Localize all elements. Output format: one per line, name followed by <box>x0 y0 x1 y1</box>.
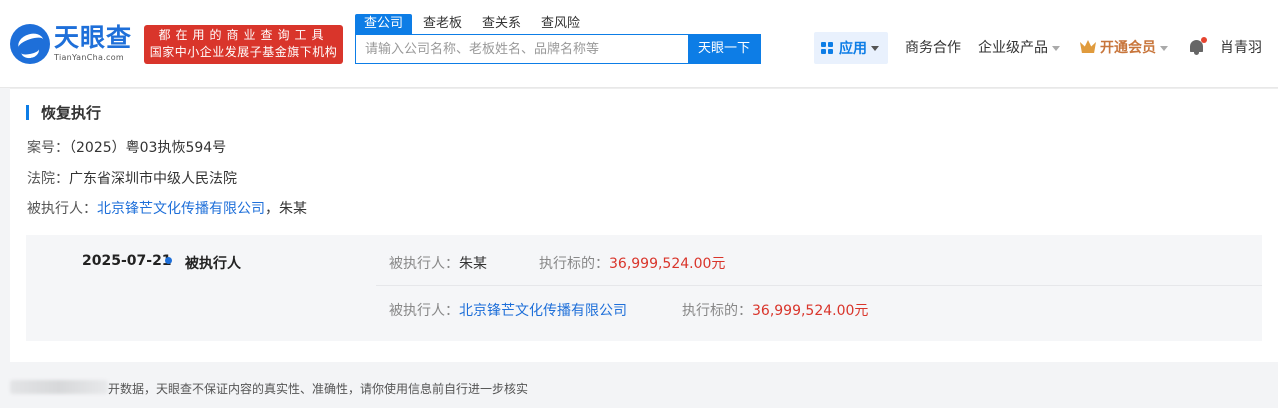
chevron-down-icon <box>871 45 879 51</box>
logo-subtitle: TianYanCha.com <box>54 53 124 62</box>
case-number-label: 案号： <box>27 140 69 156</box>
executed-company-link[interactable]: 北京锋芒文化传播有限公司 <box>97 201 265 217</box>
nav-app-label: 应用 <box>839 41 867 57</box>
executed-separator: ， <box>265 201 279 217</box>
tianyancha-logo[interactable]: 天眼查 TianYanCha.com <box>10 24 138 66</box>
promo-line-2: 国家中小企业发展子基金旗下机构 <box>149 45 338 59</box>
executed-person-name: 朱某 <box>279 201 307 217</box>
party-label: 被执行人： <box>389 303 459 319</box>
promo-banner[interactable]: 都在用的商业查询工具 国家中小企业发展子基金旗下机构 <box>144 25 343 64</box>
nav-app-menu[interactable]: 应用 <box>814 32 888 64</box>
top-header: 天眼查 TianYanCha.com 都在用的商业查询工具 国家中小企业发展子基… <box>0 0 1278 88</box>
amount-value: 36,999,524.00元 <box>609 256 726 272</box>
detail-amount-1: 执行标的：36,999,524.00元 <box>539 253 725 273</box>
nav-business-cooperation[interactable]: 商务合作 <box>905 32 961 64</box>
disclaimer-text: 开数据，天眼查不保证内容的真实性、准确性，请你使用信息前自行进一步核实 <box>108 382 529 396</box>
party-name: 朱某 <box>459 256 487 272</box>
tab-search-relation[interactable]: 查关系 <box>473 14 530 34</box>
detail-party-2: 被执行人：北京锋芒文化传播有限公司 <box>389 300 627 320</box>
party-company-link[interactable]: 北京锋芒文化传播有限公司 <box>459 303 627 319</box>
section-title-text: 恢复执行 <box>41 103 102 122</box>
detail-type: 被执行人 <box>185 256 241 272</box>
amount-value: 36,999,524.00元 <box>752 303 869 319</box>
detail-party-1: 被执行人：朱某 <box>389 253 487 273</box>
court-row: 法院：广东省深圳市中级人民法院 <box>27 168 237 188</box>
timeline-dot <box>165 257 172 264</box>
chevron-down-icon <box>1160 45 1168 51</box>
detail-divider <box>376 285 1262 286</box>
notification-dot <box>1201 37 1207 43</box>
blurred-watermark <box>10 380 108 394</box>
search-box: 天眼一下 <box>355 34 761 64</box>
detail-date: 2025-07-21 <box>82 253 172 269</box>
executed-label: 被执行人： <box>27 201 97 217</box>
court-value: 广东省深圳市中级人民法院 <box>69 171 237 187</box>
nav-vip-label: 开通会员 <box>1100 40 1156 56</box>
section-title: 恢复执行 <box>26 102 101 122</box>
nav-enterprise-products[interactable]: 企业级产品 <box>978 32 1060 64</box>
amount-label: 执行标的： <box>539 256 609 272</box>
nav-vip[interactable]: 开通会员 <box>1080 32 1168 64</box>
logo-title: 天眼查 <box>54 23 133 52</box>
detail-amount-2: 执行标的：36,999,524.00元 <box>682 300 868 320</box>
case-number-value: （2025）粤03执恢594号 <box>69 140 227 156</box>
tab-search-boss[interactable]: 查老板 <box>414 14 471 34</box>
crown-icon <box>1080 40 1096 53</box>
party-label: 被执行人： <box>389 256 459 272</box>
executed-person-row: 被执行人：北京锋芒文化传播有限公司，朱某 <box>27 198 307 218</box>
nav-enterprise-label: 企业级产品 <box>978 40 1048 56</box>
restore-execution-card: 恢复执行 案号：（2025）粤03执恢594号 法院：广东省深圳市中级人民法院 … <box>10 88 1278 362</box>
chevron-down-icon <box>1052 45 1060 51</box>
search-tabs: 查公司 查老板 查关系 查风险 <box>355 14 591 34</box>
tab-search-risk[interactable]: 查风险 <box>532 14 589 34</box>
nav-user-name[interactable]: 肖青羽 <box>1220 32 1262 64</box>
search-button[interactable]: 天眼一下 <box>688 35 760 63</box>
app-grid-icon <box>821 42 833 54</box>
section-title-bar <box>26 104 29 120</box>
case-number-row: 案号：（2025）粤03执恢594号 <box>27 137 226 157</box>
search-input[interactable] <box>356 35 688 63</box>
amount-label: 执行标的： <box>682 303 752 319</box>
tab-search-company[interactable]: 查公司 <box>355 14 413 34</box>
court-label: 法院： <box>27 171 69 187</box>
eye-logo-icon <box>10 24 50 64</box>
promo-line-1: 都在用的商业查询工具 <box>158 28 329 42</box>
execution-detail-panel: 2025-07-21 被执行人 被执行人：朱某 执行标的：36,999,524.… <box>26 235 1262 341</box>
